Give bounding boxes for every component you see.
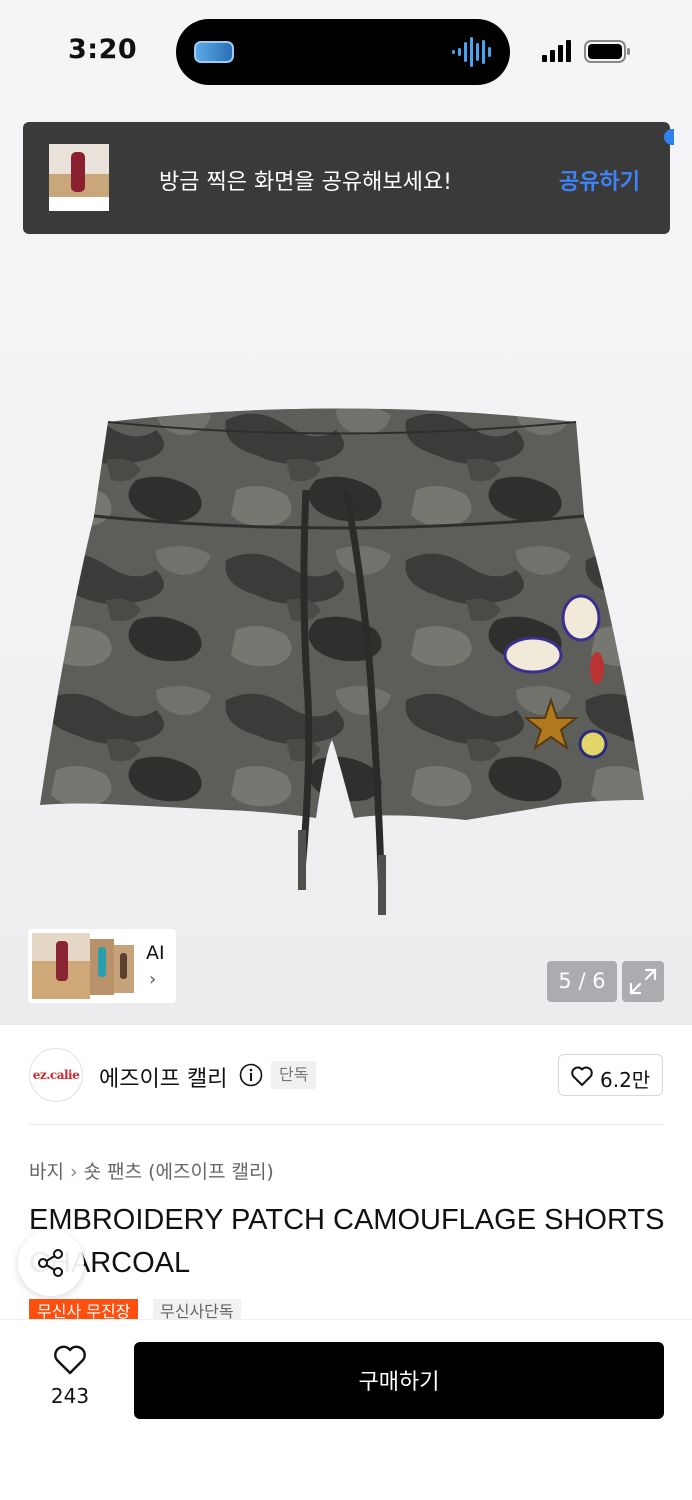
share-now-button[interactable]: 공유하기 <box>559 164 640 196</box>
dynamic-island <box>176 19 510 85</box>
signal-icon <box>542 40 571 62</box>
product-title: EMBROIDERY PATCH CAMOUFLAGE SHORTS CHARC… <box>29 1204 665 1279</box>
app-icon <box>194 41 234 63</box>
chevron-right-icon: › <box>69 1161 78 1183</box>
image-counter: 5 / 6 <box>547 961 617 1002</box>
ai-label: AI <box>146 942 165 964</box>
share-button[interactable] <box>18 1230 84 1296</box>
toast-message: 방금 찍은 화면을 공유해보세요! <box>159 170 452 195</box>
heart-icon <box>571 1066 593 1086</box>
audio-wave-icon <box>452 37 491 67</box>
brand-like-count: 6.2만 <box>600 1068 651 1092</box>
breadcrumb-category[interactable]: 바지 <box>29 1161 64 1183</box>
breadcrumb: 바지 › 숏 팬츠 (에즈이프 캘리) <box>29 1157 274 1184</box>
product-gallery[interactable]: 3:20 방금 찍은 화면을 공유해보세요! 공유하기 AI › 5 / 6 <box>0 0 692 1025</box>
ai-thumbnails <box>32 933 134 999</box>
bottom-action-bar: 243 구매하기 <box>0 1320 692 1500</box>
chevron-right-icon: › <box>149 969 157 990</box>
exclusive-badge: 단독 <box>271 1061 317 1089</box>
share-icon <box>38 1249 63 1277</box>
breadcrumb-subcategory[interactable]: 숏 팬츠 (에즈이프 캘리) <box>84 1161 274 1183</box>
heart-icon <box>54 1345 86 1375</box>
notification-dot <box>664 129 674 145</box>
buy-button[interactable]: 구매하기 <box>134 1342 664 1419</box>
brand-logo-text: ez.calie <box>32 1068 80 1082</box>
status-time: 3:20 <box>68 34 138 65</box>
expand-button[interactable] <box>622 961 664 1002</box>
status-icons <box>542 40 630 63</box>
share-toast: 방금 찍은 화면을 공유해보세요! 공유하기 <box>23 122 670 234</box>
battery-icon <box>584 40 630 63</box>
expand-icon <box>629 968 657 995</box>
product-image[interactable] <box>36 400 648 920</box>
product-like-button[interactable]: 243 <box>40 1344 100 1414</box>
product-like-count: 243 <box>50 1384 90 1408</box>
brand-name[interactable]: 에즈이프 캘리 <box>99 1061 227 1093</box>
info-icon[interactable] <box>239 1063 263 1087</box>
ai-styling-chip[interactable]: AI › <box>28 929 176 1003</box>
divider <box>29 1124 663 1125</box>
screenshot-thumbnail[interactable] <box>49 144 109 211</box>
brand-logo[interactable]: ez.calie <box>29 1048 83 1102</box>
brand-like-button[interactable]: 6.2만 <box>558 1054 663 1096</box>
